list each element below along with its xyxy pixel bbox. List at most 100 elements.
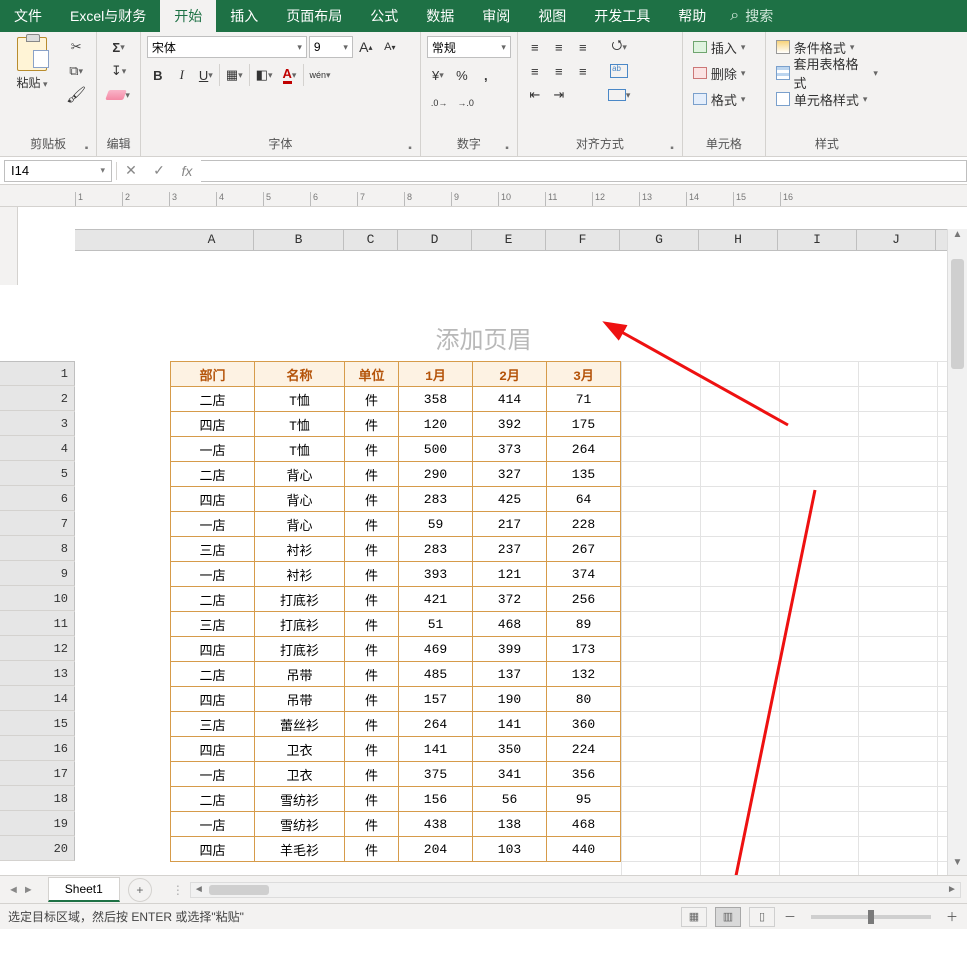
cell[interactable]: 蕾丝衫 (255, 712, 345, 737)
cell[interactable]: 204 (399, 837, 473, 862)
cell[interactable]: 四店 (171, 487, 255, 512)
vertical-scrollbar[interactable]: ▲ ▼ (947, 229, 967, 875)
cell[interactable]: 雪纺衫 (255, 787, 345, 812)
cell[interactable]: 425 (473, 487, 547, 512)
tab-review[interactable]: 审阅 (468, 0, 524, 32)
cell[interactable]: 卫衣 (255, 762, 345, 787)
font-name-combo[interactable]: 宋体 (147, 36, 307, 58)
table-row[interactable]: 三店蕾丝衫件264141360 (171, 712, 621, 737)
row-header-10[interactable]: 10 (0, 586, 75, 611)
underline-button[interactable] (195, 64, 217, 86)
row-header-6[interactable]: 6 (0, 486, 75, 511)
cell[interactable]: 二店 (171, 462, 255, 487)
tab-developer[interactable]: 开发工具 (580, 0, 664, 32)
sheet-tab-sheet1[interactable]: Sheet1 (48, 877, 120, 902)
cell[interactable]: 一店 (171, 562, 255, 587)
row-header-8[interactable]: 8 (0, 536, 75, 561)
cell[interactable]: 背心 (255, 512, 345, 537)
cell[interactable]: 374 (547, 562, 621, 587)
cell[interactable]: 一店 (171, 762, 255, 787)
grow-font-button[interactable] (355, 36, 377, 58)
cell[interactable]: T恤 (255, 412, 345, 437)
row-header-2[interactable]: 2 (0, 386, 75, 411)
table-row[interactable]: 四店吊带件15719080 (171, 687, 621, 712)
cell[interactable]: 138 (473, 812, 547, 837)
sheet-nav-prev[interactable]: ◄ (8, 884, 19, 896)
cell[interactable]: 264 (399, 712, 473, 737)
cell[interactable]: 103 (473, 837, 547, 862)
accounting-format-button[interactable] (427, 64, 449, 86)
delete-cells-button[interactable]: 删除 (689, 62, 759, 84)
phonetic-button[interactable] (306, 64, 335, 86)
cell[interactable]: 414 (473, 387, 547, 412)
table-row[interactable]: 一店衬衫件393121374 (171, 562, 621, 587)
column-header-I[interactable]: I (778, 230, 857, 250)
table-row[interactable]: 四店背心件28342564 (171, 487, 621, 512)
cell[interactable]: 500 (399, 437, 473, 462)
cell[interactable]: 件 (345, 562, 399, 587)
row-header-11[interactable]: 11 (0, 611, 75, 636)
select-all-corner[interactable] (75, 230, 170, 250)
row-header-1[interactable]: 1 (0, 361, 75, 386)
table-row[interactable]: 二店T恤件35841471 (171, 387, 621, 412)
decrease-indent-button[interactable]: ⇤ (524, 84, 546, 106)
clear-button[interactable]: ▾ (103, 84, 134, 106)
cell[interactable]: 141 (399, 737, 473, 762)
cell[interactable]: 468 (547, 812, 621, 837)
cell[interactable]: 四店 (171, 737, 255, 762)
row-header-9[interactable]: 9 (0, 561, 75, 586)
table-header[interactable]: 2月 (473, 362, 547, 387)
borders-button[interactable] (222, 64, 247, 86)
cell[interactable]: 135 (547, 462, 621, 487)
cell[interactable]: 三店 (171, 612, 255, 637)
shrink-font-button[interactable] (379, 36, 401, 58)
scroll-right-button[interactable]: ► (944, 883, 960, 897)
worksheet-grid[interactable]: 部门名称单位1月2月3月二店T恤件35841471四店T恤件120392175一… (75, 361, 947, 875)
cell[interactable]: 背心 (255, 487, 345, 512)
font-color-button[interactable] (279, 64, 301, 86)
cell[interactable]: 393 (399, 562, 473, 587)
cell[interactable]: 件 (345, 587, 399, 612)
cell[interactable]: 二店 (171, 587, 255, 612)
cell[interactable]: 件 (345, 537, 399, 562)
view-normal-button[interactable]: ▦ (681, 907, 707, 927)
percent-format-button[interactable] (451, 64, 473, 86)
cell[interactable]: 283 (399, 537, 473, 562)
increase-decimal-button[interactable] (427, 92, 452, 114)
enter-formula-button[interactable] (145, 162, 173, 179)
cell[interactable]: 背心 (255, 462, 345, 487)
cell[interactable]: 衬衫 (255, 562, 345, 587)
cell[interactable]: 375 (399, 762, 473, 787)
cell[interactable]: 一店 (171, 512, 255, 537)
row-header-18[interactable]: 18 (0, 786, 75, 811)
cell[interactable]: 71 (547, 387, 621, 412)
cell[interactable]: 四店 (171, 837, 255, 862)
tab-insert[interactable]: 插入 (216, 0, 272, 32)
cell[interactable]: 二店 (171, 787, 255, 812)
cell[interactable]: 四店 (171, 412, 255, 437)
data-table[interactable]: 部门名称单位1月2月3月二店T恤件35841471四店T恤件120392175一… (170, 361, 621, 862)
align-left-button[interactable] (524, 60, 546, 82)
cut-button[interactable] (62, 36, 90, 58)
clipboard-launcher[interactable]: ▪ (85, 143, 89, 154)
cell[interactable]: 421 (399, 587, 473, 612)
cell[interactable]: 438 (399, 812, 473, 837)
align-bottom-button[interactable] (572, 36, 594, 58)
cell[interactable]: 件 (345, 837, 399, 862)
table-header[interactable]: 单位 (345, 362, 399, 387)
view-page-break-button[interactable]: ▯ (749, 907, 775, 927)
cell[interactable]: 350 (473, 737, 547, 762)
cell[interactable]: 156 (399, 787, 473, 812)
table-header[interactable]: 3月 (547, 362, 621, 387)
hscroll-thumb[interactable] (209, 885, 269, 895)
cell-styles-button[interactable]: 单元格样式 (772, 88, 882, 110)
table-row[interactable]: 四店T恤件120392175 (171, 412, 621, 437)
add-sheet-button[interactable]: + (128, 878, 152, 902)
horizontal-scrollbar[interactable]: ◄ ► (190, 882, 961, 898)
table-header[interactable]: 部门 (171, 362, 255, 387)
zoom-out-button[interactable]: － (783, 908, 797, 925)
row-header-20[interactable]: 20 (0, 836, 75, 861)
table-header[interactable]: 名称 (255, 362, 345, 387)
cell[interactable]: 141 (473, 712, 547, 737)
cell[interactable]: 264 (547, 437, 621, 462)
